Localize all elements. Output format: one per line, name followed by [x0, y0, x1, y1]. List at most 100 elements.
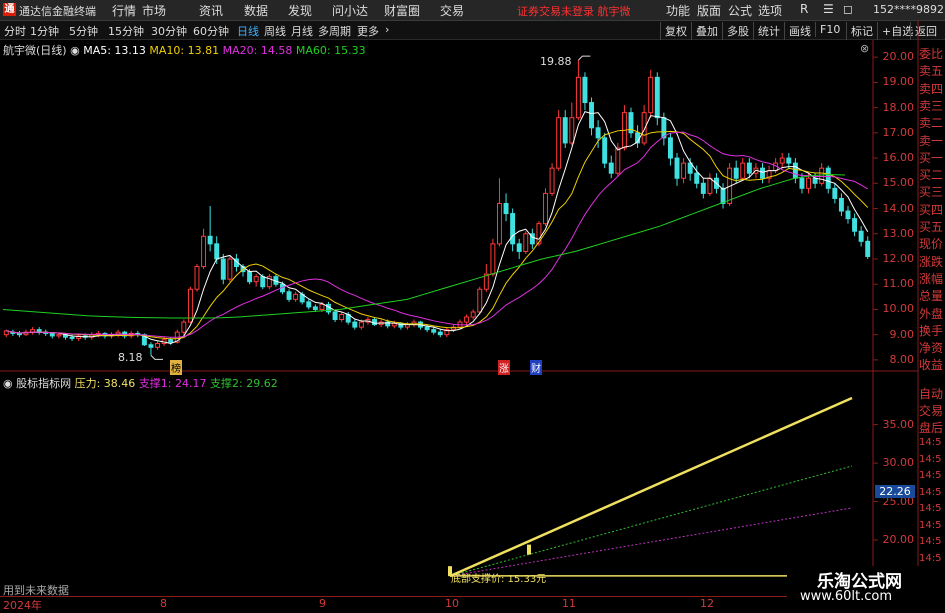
candle-body	[510, 213, 516, 245]
candle-body	[812, 177, 818, 184]
side-label: 收益	[919, 358, 944, 373]
candle-body	[858, 230, 864, 242]
candle-body	[799, 177, 805, 189]
pressure-label: 压力: 38.46	[74, 377, 136, 390]
side-label: 卖三	[919, 98, 944, 113]
price-tick-label: 20.00	[882, 50, 915, 64]
date-axis	[0, 596, 918, 610]
candle-body	[865, 240, 871, 257]
candle-body	[806, 177, 812, 189]
watermark-url: www.60lt.com	[800, 589, 892, 604]
candle-body	[654, 76, 660, 119]
candle-body	[260, 276, 266, 288]
price-tick-label: 10.00	[882, 302, 915, 316]
candle-body	[852, 218, 858, 232]
x-label-oct: 10	[445, 597, 459, 610]
candle-body	[589, 102, 595, 129]
candle-body	[49, 332, 55, 337]
settings-icon[interactable]: ◉	[3, 377, 13, 390]
floor-price-label: 底部支撑价: 15.33元	[451, 574, 547, 585]
candle-body	[523, 233, 529, 252]
candle-body	[845, 210, 851, 220]
marker-limit-up[interactable]: 涨	[498, 360, 510, 375]
low-price-label: 8.18	[118, 351, 143, 364]
price-tick-label: 11.00	[882, 277, 915, 291]
time-cell: 14:5	[919, 453, 942, 465]
current-value-badge: 22.26	[875, 485, 915, 498]
candle-body	[681, 162, 687, 179]
indicator-tick-label: 30.00	[882, 456, 915, 470]
side-label: 买二	[919, 168, 944, 183]
candle-body	[358, 321, 364, 328]
candle-body	[779, 157, 785, 164]
candle-body	[575, 76, 581, 119]
x-label-nov: 11	[562, 597, 576, 610]
candle-body	[220, 258, 226, 280]
time-cell: 14:5	[919, 552, 942, 564]
candle-body	[602, 137, 608, 164]
candle-body	[648, 76, 654, 114]
candle-body	[293, 293, 299, 300]
x-label-year: 2024年	[3, 599, 42, 612]
candle-body	[819, 167, 825, 184]
side-label: 外盘	[919, 306, 944, 321]
pressure-line	[449, 396, 853, 578]
candle-body	[746, 162, 752, 174]
price-tick-label: 15.00	[882, 176, 915, 190]
time-cell: 14:5	[919, 486, 942, 498]
kline-chart[interactable]	[0, 0, 945, 609]
side-label: 卖五	[919, 64, 944, 79]
candle-body	[181, 321, 187, 333]
candle-body	[838, 197, 844, 212]
candle-body	[733, 167, 739, 179]
candle-body	[503, 202, 509, 215]
candle-body	[582, 76, 588, 104]
marker-finance[interactable]: 财	[530, 360, 542, 375]
indicator-legend: ◉ 股标指标网 压力: 38.46 支撑1: 24.17 支撑2: 29.62	[3, 375, 278, 391]
side-label: 涨幅	[919, 271, 944, 286]
time-cell: 14:5	[919, 536, 942, 547]
indicator-tick-label: 35.00	[882, 417, 915, 431]
candle-body	[424, 326, 430, 331]
candle-body	[194, 266, 200, 290]
candle-body	[437, 331, 443, 336]
candle-body	[431, 329, 437, 333]
candle-body	[148, 344, 154, 348]
price-tick-label: 14.00	[882, 201, 915, 215]
candle-body	[549, 167, 555, 194]
indicator-name: 股标指标网	[16, 377, 72, 390]
price-tick-label: 8.00	[889, 352, 915, 366]
candle-body	[832, 187, 838, 199]
time-cell: 14:5	[919, 519, 942, 531]
side-label: 交易	[919, 404, 944, 418]
candle-body	[312, 306, 318, 310]
candle-body	[595, 127, 601, 139]
candle-body	[608, 162, 614, 174]
candle-body	[615, 147, 621, 174]
candle-body	[569, 117, 575, 144]
price-tick-label: 9.00	[889, 327, 915, 341]
ma10-line	[6, 128, 869, 340]
price-tick-label: 17.00	[882, 125, 915, 139]
high-marker	[578, 55, 591, 61]
candle-body	[792, 162, 798, 179]
candle-body	[69, 336, 75, 339]
candle-body	[707, 177, 713, 194]
candle-body	[825, 167, 831, 189]
candle-body	[661, 117, 667, 139]
side-label: 换手	[919, 323, 944, 338]
candle-body	[16, 332, 22, 336]
ma20-line	[6, 131, 868, 338]
side-label: 总量	[919, 289, 944, 304]
candle-body	[332, 311, 338, 321]
side-label: 现价	[919, 237, 944, 252]
candle-body	[56, 334, 62, 337]
ma5-line	[6, 111, 869, 345]
high-price-label: 19.88	[540, 55, 572, 68]
ind-marker	[527, 544, 531, 555]
price-tick-label: 12.00	[882, 251, 915, 265]
side-label: 买三	[919, 185, 944, 200]
side-label: 卖二	[919, 116, 944, 131]
marker-rank[interactable]: 榜	[170, 360, 182, 375]
candle-body	[227, 258, 233, 280]
